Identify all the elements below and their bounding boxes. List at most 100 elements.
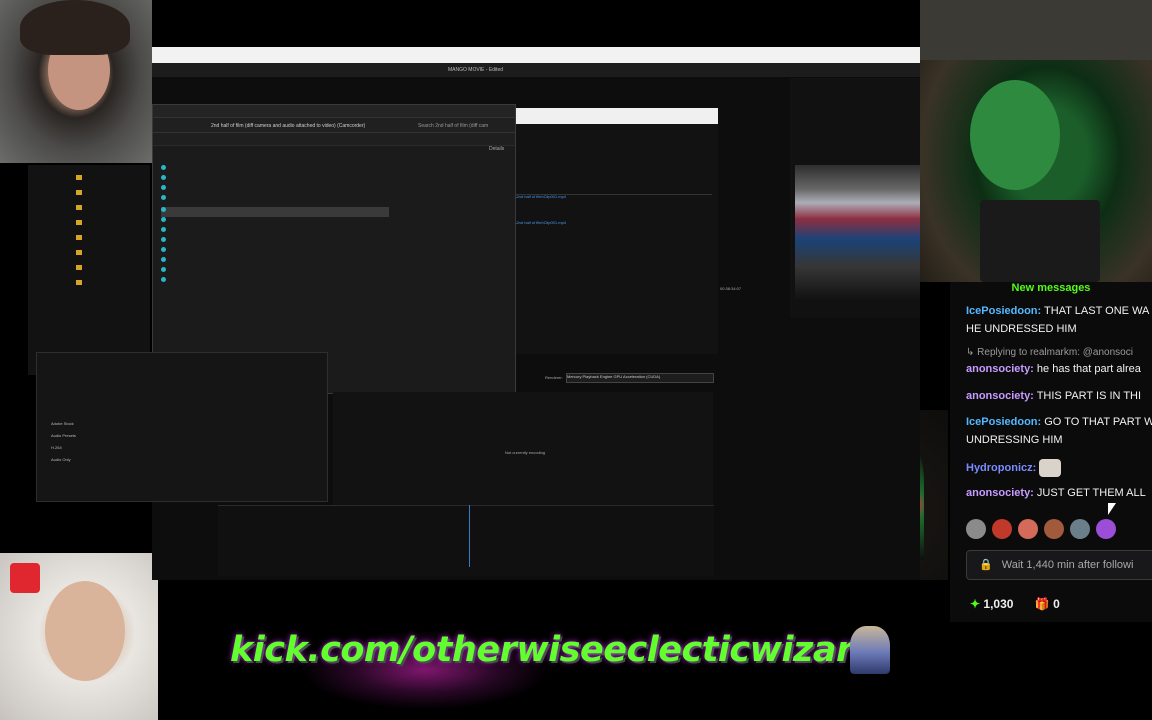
webcam-top-right bbox=[920, 0, 1152, 282]
new-messages-banner[interactable]: New messages bbox=[950, 282, 1152, 296]
reply-context: ↳ Replying to realmarkm: @anonsoci bbox=[966, 347, 1133, 358]
chat-text: THAT LAST ONE WA bbox=[1041, 305, 1150, 317]
emote-row bbox=[966, 519, 1122, 541]
file-row[interactable] bbox=[161, 195, 389, 205]
reply-text: Replying to realmarkm: @anonsoci bbox=[977, 347, 1133, 358]
search-input[interactable]: Search 2nd half of film (diff cam bbox=[418, 123, 488, 129]
chat-username[interactable]: Hydroponicz: bbox=[966, 462, 1036, 474]
wizard-icon bbox=[850, 626, 890, 674]
emote-icon[interactable] bbox=[1044, 519, 1064, 539]
file-row[interactable] bbox=[161, 257, 389, 267]
chat-username[interactable]: IcePosiedoon: bbox=[966, 416, 1041, 428]
address-path[interactable]: 2nd half of film (diff camera and audio … bbox=[211, 123, 365, 129]
chat-text: he has that part alrea bbox=[1033, 363, 1141, 375]
export-queue-panel: ...\2nd half of film\Clip001.mp4 ...\2nd… bbox=[512, 124, 718, 354]
chat-message: IcePosiedoon: GO TO THAT PART W bbox=[966, 415, 1152, 430]
chat-stats: ✦ 1,030 🎁 0 bbox=[970, 597, 1060, 611]
chat-username[interactable]: anonsociety: bbox=[966, 487, 1034, 499]
file-explorer-window: 2nd half of film (diff camera and audio … bbox=[152, 104, 516, 394]
file-icon bbox=[161, 217, 166, 222]
file-row[interactable] bbox=[161, 277, 389, 287]
folder-icon bbox=[76, 205, 82, 210]
streamer-jacket bbox=[970, 80, 1060, 190]
file-icon bbox=[161, 237, 166, 242]
chat-message: anonsociety: JUST GET THEM ALL bbox=[966, 486, 1146, 501]
chat-message: IcePosiedoon: THAT LAST ONE WA bbox=[966, 304, 1149, 319]
webcam-bottom-left bbox=[0, 553, 158, 720]
file-row[interactable] bbox=[161, 217, 389, 227]
chat-username[interactable]: anonsociety: bbox=[966, 363, 1034, 375]
renderer-label: Renderer: bbox=[545, 375, 563, 380]
chat-message-continued: UNDRESSING HIM bbox=[966, 434, 1063, 446]
chat-username[interactable]: IcePosiedoon: bbox=[966, 305, 1041, 317]
effects-panel: Adobe Stock Audio Presets H.264 Audio On… bbox=[36, 352, 328, 502]
folder-icon bbox=[76, 220, 82, 225]
emote-icon[interactable] bbox=[1070, 519, 1090, 539]
reply-icon: ↳ bbox=[966, 347, 978, 358]
effects-folder[interactable]: Adobe Stock bbox=[51, 421, 74, 426]
explorer-addressbar: 2nd half of film (diff camera and audio … bbox=[153, 118, 515, 133]
gift-icon: 🎁 bbox=[1034, 597, 1050, 611]
folder-icon bbox=[76, 280, 82, 285]
effects-folder[interactable]: Audio Presets bbox=[51, 433, 76, 438]
file-icon bbox=[161, 175, 166, 180]
streamer-hair bbox=[20, 0, 130, 55]
mouse-cursor-icon bbox=[1108, 503, 1116, 515]
emote-icon[interactable] bbox=[1096, 519, 1116, 539]
file-row[interactable] bbox=[161, 185, 389, 195]
chat-username[interactable]: anonsociety: bbox=[966, 390, 1034, 402]
timeline bbox=[218, 505, 714, 576]
emote-icon[interactable] bbox=[1018, 519, 1038, 539]
renderer-dropdown[interactable]: Mercury Playback Engine GPU Acceleration… bbox=[566, 373, 714, 383]
export-queue-header bbox=[512, 108, 718, 124]
encoding-panel: Not currently encoding bbox=[333, 392, 713, 510]
chat-message: Hydroponicz: bbox=[966, 459, 1062, 477]
queue-item[interactable]: ...\2nd half of film\Clip001.mp4 bbox=[512, 194, 566, 199]
renderer-value: Mercury Playback Engine GPU Acceleration… bbox=[567, 374, 661, 379]
project-tree bbox=[28, 165, 150, 375]
file-row[interactable] bbox=[161, 237, 389, 247]
webcam-top-left bbox=[0, 0, 152, 163]
chat-message: anonsociety: THIS PART IS IN THI bbox=[966, 389, 1141, 404]
timecode: 00:38:34:07 bbox=[720, 286, 742, 291]
details-button[interactable]: Details bbox=[489, 146, 504, 152]
file-icon bbox=[161, 267, 166, 272]
file-icon bbox=[161, 185, 166, 190]
points-count[interactable]: 1,030 bbox=[983, 597, 1013, 611]
channel-banner: kick.com/otherwiseeclecticwizard bbox=[230, 620, 890, 690]
gift-count[interactable]: 0 bbox=[1053, 597, 1060, 611]
browser-strip bbox=[152, 47, 920, 63]
emote-icon[interactable] bbox=[966, 519, 986, 539]
file-icon bbox=[161, 195, 166, 200]
file-row[interactable] bbox=[161, 247, 389, 257]
emote-icon[interactable] bbox=[992, 519, 1012, 539]
explorer-toolbar: Details bbox=[153, 133, 515, 152]
red-logo bbox=[10, 563, 40, 593]
lock-icon: 🔒 bbox=[979, 559, 993, 571]
file-icon bbox=[161, 227, 166, 232]
keyboard bbox=[980, 200, 1100, 282]
playhead[interactable] bbox=[469, 505, 470, 567]
premiere-titlebar: MANGO MOVIE - Edited bbox=[152, 63, 920, 77]
folder-icon bbox=[76, 175, 82, 180]
waveform-scope bbox=[795, 165, 920, 300]
folder-icon bbox=[76, 190, 82, 195]
file-row[interactable] bbox=[161, 175, 389, 185]
background-shelf bbox=[920, 0, 1152, 60]
chat-text: GO TO THAT PART W bbox=[1041, 416, 1152, 428]
file-icon bbox=[161, 277, 166, 282]
streamer-face bbox=[45, 581, 125, 681]
file-row[interactable] bbox=[161, 267, 389, 277]
effects-folder[interactable]: Audio Only bbox=[51, 457, 71, 462]
queue-item[interactable]: ...\2nd half of film\Clip001.mp4 bbox=[512, 220, 566, 225]
stream-chat: New messages IcePosiedoon: THAT LAST ONE… bbox=[950, 282, 1152, 622]
effects-folder[interactable]: H.264 bbox=[51, 445, 62, 450]
chat-input-locked[interactable]: 🔒 Wait 1,440 min after followi bbox=[966, 550, 1152, 580]
file-row[interactable] bbox=[161, 165, 389, 175]
file-icon bbox=[161, 207, 166, 212]
wait-text: Wait 1,440 min after followi bbox=[1001, 559, 1134, 571]
chat-text: THIS PART IS IN THI bbox=[1033, 390, 1142, 402]
folder-icon bbox=[76, 265, 82, 270]
file-row-selected[interactable] bbox=[161, 207, 389, 217]
file-row[interactable] bbox=[161, 227, 389, 237]
